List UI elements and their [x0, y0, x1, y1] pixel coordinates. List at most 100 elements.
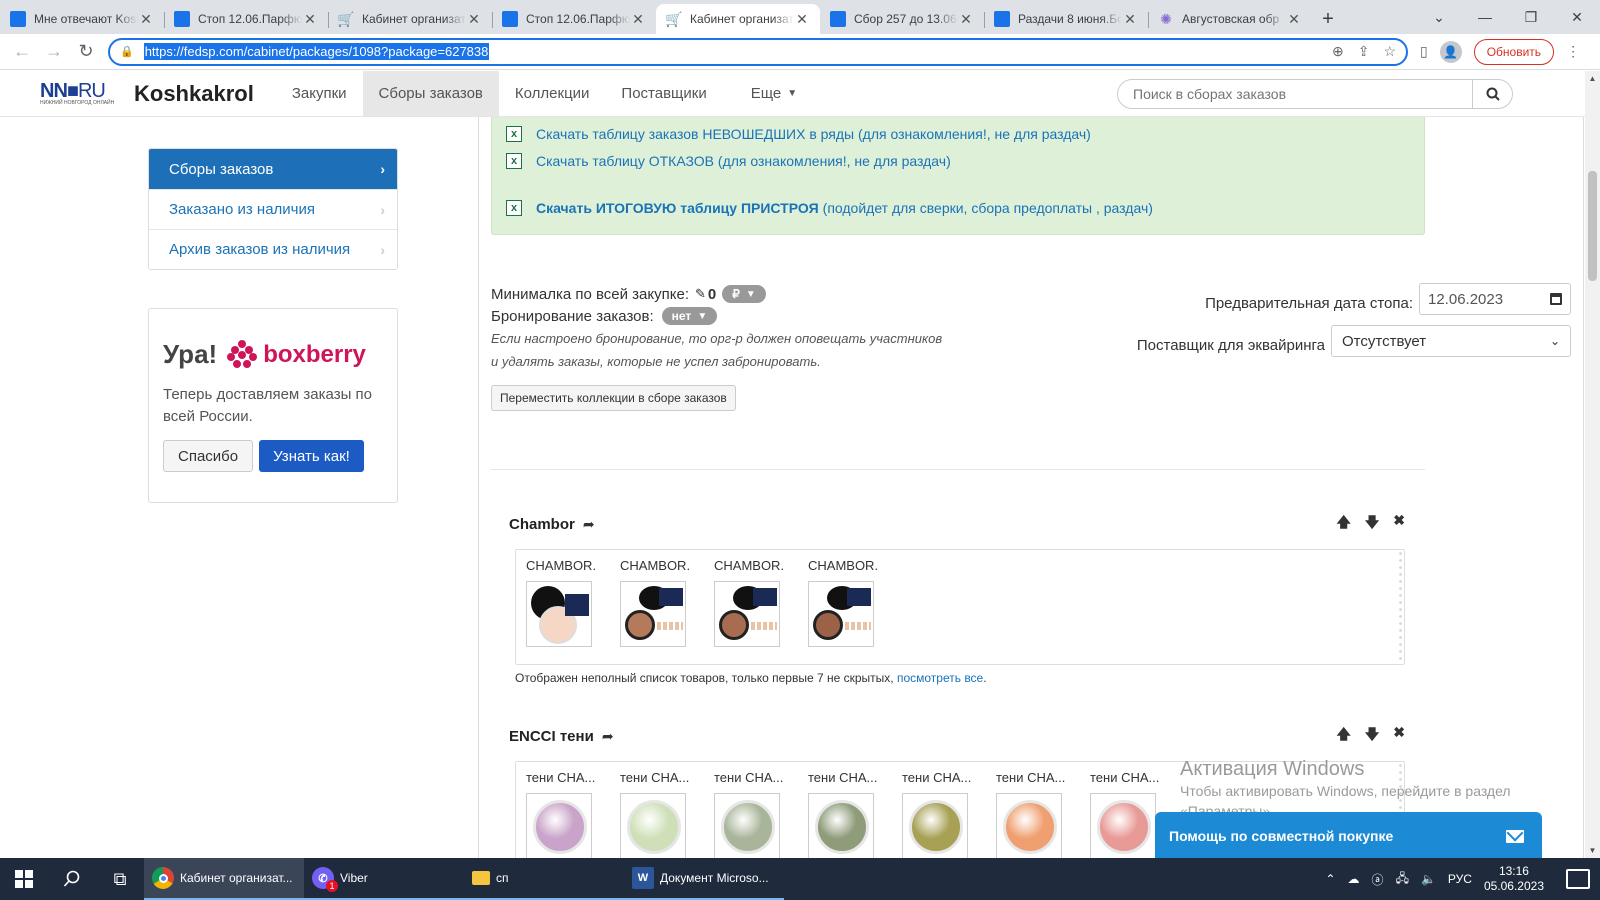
sidebar-item-order-collections[interactable]: Сборы заказов › [149, 149, 397, 189]
browser-tab[interactable]: ✺ Августовская обр ✕ [1148, 4, 1312, 34]
collection-title[interactable]: Chambor [509, 516, 575, 533]
collection-title[interactable]: ENCCI тени [509, 728, 594, 745]
scroll-down-icon[interactable]: ▼ [1585, 843, 1600, 858]
nav-purchases[interactable]: Закупки [276, 71, 363, 116]
remove-icon[interactable]: ✖ [1393, 512, 1405, 536]
download-refusals-link[interactable]: x Скачать таблицу ОТКАЗОВ (для ознакомлен… [506, 153, 951, 169]
product-card[interactable]: тени CHA... [714, 770, 784, 858]
product-image[interactable] [714, 793, 780, 858]
nav-suppliers[interactable]: Поставщики [605, 71, 722, 116]
sidebar-item-ordered-from-stock[interactable]: Заказано из наличия › [149, 189, 397, 229]
product-image[interactable] [526, 793, 592, 858]
browser-tab[interactable]: Стоп 12.06.Парфюм ✕ [164, 4, 328, 34]
sync-icon[interactable]: ☁ [1348, 872, 1360, 886]
move-up-icon[interactable]: 🡅 [1336, 724, 1350, 748]
search-icon[interactable] [48, 858, 96, 900]
product-image[interactable] [526, 581, 592, 647]
profile-avatar[interactable]: 👤 [1439, 40, 1462, 63]
sidebar-item-stock-archive[interactable]: Архив заказов из наличия › [149, 229, 397, 269]
close-icon[interactable]: ✕ [794, 11, 810, 28]
zoom-icon[interactable]: ⊕ [1332, 43, 1344, 60]
close-icon[interactable]: ✕ [1122, 11, 1138, 28]
language-indicator[interactable]: РУС [1448, 872, 1472, 886]
move-up-icon[interactable]: 🡅 [1336, 512, 1350, 536]
product-card[interactable]: тени CHA... [526, 770, 596, 858]
sidepanel-icon[interactable]: ▯ [1420, 43, 1428, 60]
product-image[interactable] [808, 581, 874, 647]
product-image[interactable] [620, 581, 686, 647]
browser-tab[interactable]: Мне отвечают Koshkakrol✕ [0, 4, 164, 34]
browser-tab-active[interactable]: 🛒 Кабинет организатора✕ [656, 4, 820, 34]
back-icon[interactable]: ← [6, 41, 38, 62]
product-image[interactable] [620, 793, 686, 858]
acquiring-select[interactable]: Отсутствует ⌄ [1331, 325, 1571, 357]
product-image[interactable] [996, 793, 1062, 858]
product-image[interactable] [902, 793, 968, 858]
address-bar[interactable]: 🔒 https://fedsp.com/cabinet/packages/109… [108, 37, 1408, 66]
browser-tab[interactable]: Стоп 12.06.Парфюм ✕ [492, 4, 656, 34]
nav-collections[interactable]: Коллекции [499, 71, 606, 116]
view-all-link[interactable]: посмотреть все [897, 671, 983, 685]
nav-more-dropdown[interactable]: Еще ▼ [735, 71, 813, 116]
new-tab-icon[interactable]: + [1312, 4, 1344, 34]
taskbar-chrome[interactable]: Кабинет организат... [144, 858, 304, 900]
product-card[interactable]: тени CHA... [996, 770, 1066, 858]
share-arrow-icon[interactable]: ➦ [583, 516, 595, 533]
download-final-table-link[interactable]: x Скачать ИТОГОВУЮ таблицу ПРИСТРОЯ (подой… [506, 200, 1153, 216]
stop-date-input[interactable]: 12.06.2023 [1419, 283, 1571, 315]
network-icon[interactable]: 🖧 [1396, 869, 1409, 890]
page-scrollbar[interactable]: ▲ ▼ [1585, 71, 1600, 858]
restore-icon[interactable]: ❐ [1508, 9, 1554, 26]
scroll-thumb[interactable] [1588, 171, 1597, 281]
clock[interactable]: 13:16 05.06.2023 [1484, 864, 1544, 894]
browser-tab[interactable]: Раздачи 8 июня.Бо ✕ [984, 4, 1148, 34]
search-button[interactable] [1473, 78, 1513, 109]
move-down-icon[interactable]: 🡇 [1365, 512, 1379, 536]
product-card[interactable]: тени CHA... [1090, 770, 1160, 858]
close-icon[interactable]: ✕ [466, 11, 482, 28]
share-arrow-icon[interactable]: ➦ [602, 728, 614, 745]
currency-dropdown[interactable]: ₽ ▼ [722, 285, 766, 303]
notifications-icon[interactable] [1566, 869, 1590, 889]
taskbar-word[interactable]: W Документ Microso... [624, 858, 784, 900]
close-icon[interactable]: ✕ [958, 11, 974, 28]
search-input[interactable] [1117, 78, 1473, 109]
product-image[interactable] [808, 793, 874, 858]
nav-order-collections[interactable]: Сборы заказов [362, 71, 499, 116]
url-text[interactable]: https://fedsp.com/cabinet/packages/1098?… [143, 43, 490, 60]
learn-how-button[interactable]: Узнать как! [259, 440, 364, 472]
pencil-icon[interactable]: ✎ [695, 286, 706, 302]
task-view-icon[interactable]: ⧉ [96, 858, 144, 900]
windows-start-icon[interactable] [0, 858, 48, 900]
product-card[interactable]: тени CHA... [808, 770, 878, 858]
thanks-button[interactable]: Спасибо [163, 440, 254, 472]
product-card[interactable]: CHAMBOR... [620, 558, 690, 664]
product-card[interactable]: тени CHA... [902, 770, 972, 858]
nn-ru-logo[interactable]: NN■RU НИЖНИЙ НОВГОРОД ОНЛАЙН [40, 71, 126, 116]
scroll-up-icon[interactable]: ▲ [1585, 71, 1600, 86]
product-image[interactable] [1090, 793, 1156, 858]
close-icon[interactable]: ✕ [630, 11, 646, 28]
close-icon[interactable]: ✕ [138, 11, 154, 28]
close-icon[interactable]: ✕ [302, 11, 318, 28]
forward-icon[interactable]: → [38, 41, 70, 62]
help-chat-widget[interactable]: Помощь по совместной покупке [1155, 812, 1542, 860]
close-window-icon[interactable]: ✕ [1554, 9, 1600, 26]
share-icon[interactable]: ⇪ [1358, 43, 1370, 60]
update-button[interactable]: Обновить [1473, 38, 1555, 65]
product-image[interactable] [714, 581, 780, 647]
bookmark-star-icon[interactable]: ☆ [1383, 43, 1396, 60]
move-down-icon[interactable]: 🡇 [1365, 724, 1379, 748]
browser-tab[interactable]: Сбор 257 до 13.06 ✕ [820, 4, 984, 34]
close-icon[interactable]: ✕ [1286, 11, 1302, 28]
product-card[interactable]: CHAMBOR... [714, 558, 784, 664]
taskbar-folder[interactable]: сп [464, 858, 624, 900]
input-icon[interactable]: ⓐ [1372, 871, 1384, 888]
download-not-included-link[interactable]: x Скачать таблицу заказов НЕВОШЕДШИХ в ря… [506, 126, 1091, 142]
reload-icon[interactable]: ↻ [70, 41, 102, 62]
product-card[interactable]: CHAMBOR... [526, 558, 596, 664]
brand-name[interactable]: Koshkakrol [134, 71, 254, 116]
product-card[interactable]: тени CHA... [620, 770, 690, 858]
chevron-up-icon[interactable]: ⌃ [1325, 872, 1335, 886]
tab-search-icon[interactable]: ⌄ [1416, 9, 1462, 26]
